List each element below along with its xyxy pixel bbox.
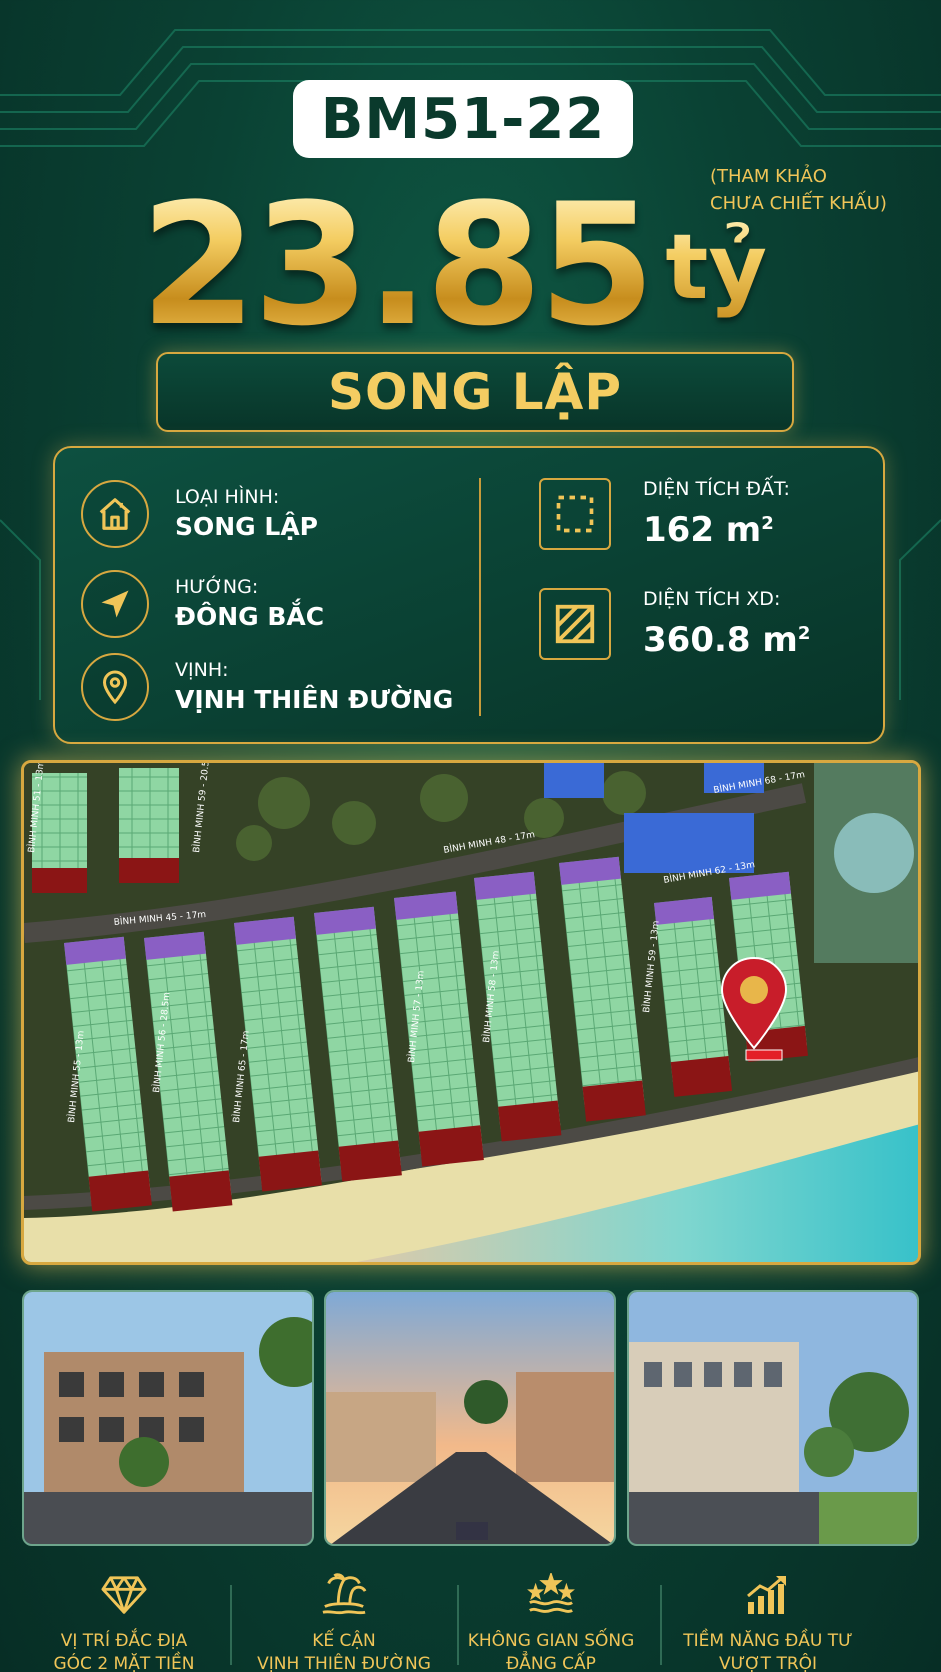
stars-waves-icon — [441, 1570, 661, 1620]
feature-line2: VỊNH THIÊN ĐƯỜNG — [257, 1654, 431, 1672]
price-display: 23.85 tỷ — [140, 160, 767, 350]
price-number: 23.85 — [140, 167, 655, 363]
diamond-icon — [14, 1570, 234, 1620]
feature-divider — [230, 1585, 232, 1665]
site-map-drawing: BÌNH MINH 45 - 17m BÌNH MINH 48 - 17m BÌ… — [24, 763, 918, 1262]
type-banner: SONG LẬP — [156, 352, 794, 432]
build-area-value: 360.8 m2 — [643, 620, 811, 660]
price-note-line1: (THAM KHẢO — [710, 166, 827, 187]
feature-luxury-living: KHÔNG GIAN SỐNG ĐẲNG CẤP — [441, 1570, 661, 1672]
photo-sunset-boulevard — [324, 1290, 616, 1546]
feature-line1: VỊ TRÍ ĐẮC ĐỊA — [60, 1631, 188, 1651]
info-row-land-area: DIỆN TÍCH ĐẤT: 162 m2 — [539, 476, 790, 552]
info-row-bay: VỊNH: VỊNH THIÊN ĐƯỜNG — [81, 653, 453, 721]
price-note-line2: CHƯA CHIẾT KHẤU) — [710, 193, 887, 214]
direction-value: ĐÔNG BẮC — [175, 602, 325, 631]
type-label: LOẠI HÌNH: — [175, 486, 280, 508]
bay-value: VỊNH THIÊN ĐƯỜNG — [175, 685, 454, 714]
feature-line1: KHÔNG GIAN SỐNG — [467, 1631, 635, 1651]
house-icon — [81, 480, 149, 548]
info-row-type: LOẠI HÌNH: SONG LẬP — [81, 480, 318, 548]
feature-investment-potential: TIỀM NĂNG ĐẦU TƯ VƯỢT TRỘI — [658, 1570, 878, 1672]
feature-line2: VƯỢT TRỘI — [718, 1654, 818, 1672]
location-pin-icon — [81, 653, 149, 721]
price-note: (THAM KHẢO CHƯA CHIẾT KHẤU) — [710, 163, 930, 217]
feature-line2: ĐẲNG CẤP — [506, 1654, 596, 1672]
land-area-value: 162 m2 — [643, 510, 774, 550]
build-area-icon — [539, 588, 611, 660]
info-divider — [479, 478, 481, 716]
feature-near-bay: KẾ CẬN VỊNH THIÊN ĐƯỜNG — [234, 1570, 454, 1672]
feature-line2: GÓC 2 MẶT TIỀN — [53, 1654, 195, 1672]
direction-label: HƯỚNG: — [175, 576, 259, 598]
info-row-direction: HƯỚNG: ĐÔNG BẮC — [81, 570, 324, 638]
type-value: SONG LẬP — [175, 512, 319, 541]
navigation-arrow-icon — [81, 570, 149, 638]
price-unit: tỷ — [665, 208, 767, 328]
feature-line1: KẾ CẬN — [312, 1631, 376, 1651]
info-card: LOẠI HÌNH: SONG LẬP HƯỚNG: ĐÔNG BẮC VỊNH… — [53, 446, 885, 744]
info-row-build-area: DIỆN TÍCH XD: 360.8 m2 — [539, 586, 810, 662]
growth-chart-icon — [658, 1570, 878, 1620]
photo-street-park — [627, 1290, 919, 1546]
feature-line1: TIỀM NĂNG ĐẦU TƯ — [683, 1631, 853, 1651]
land-area-label: DIỆN TÍCH ĐẤT: — [643, 478, 790, 500]
land-area-icon — [539, 478, 611, 550]
site-map: BÌNH MINH 45 - 17m BÌNH MINH 48 - 17m BÌ… — [21, 760, 921, 1265]
listing-code-badge: BM51-22 — [293, 80, 633, 158]
palm-island-icon — [234, 1570, 454, 1620]
bay-label: VỊNH: — [175, 659, 229, 681]
build-area-label: DIỆN TÍCH XD: — [643, 588, 781, 610]
feature-prime-location: VỊ TRÍ ĐẮC ĐỊA GÓC 2 MẶT TIỀN — [14, 1570, 234, 1672]
photo-townhouses — [22, 1290, 314, 1546]
